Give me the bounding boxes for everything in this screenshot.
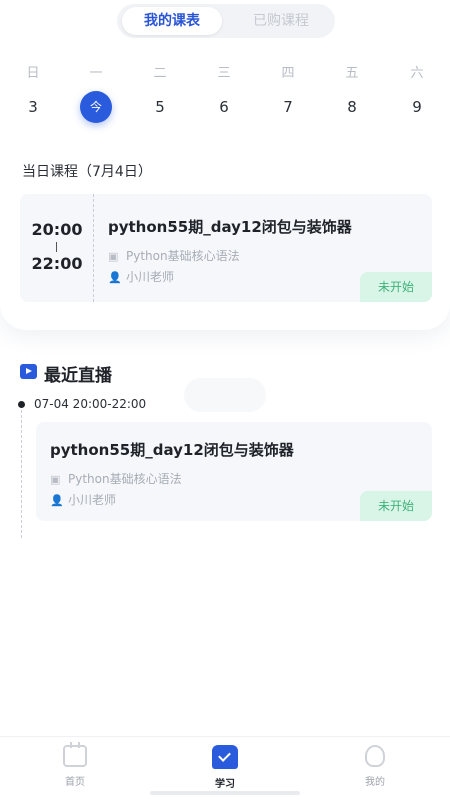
time-separator bbox=[56, 242, 57, 252]
book-icon: ▣ bbox=[108, 250, 119, 263]
timeline-line bbox=[21, 410, 22, 538]
book-icon: ▣ bbox=[50, 473, 61, 486]
tabbar-item-mine[interactable]: 我的 bbox=[345, 745, 405, 788]
weekday-label: 一 bbox=[89, 66, 103, 81]
date-cell-today[interactable]: 今 bbox=[80, 91, 112, 123]
course-teacher-text: 小川老师 bbox=[126, 270, 175, 284]
date-cell[interactable]: 8 bbox=[337, 93, 367, 121]
status-badge: 未开始 bbox=[360, 272, 432, 302]
course-teacher: 👤 小川老师 bbox=[108, 268, 174, 285]
tabbar-label-mine: 我的 bbox=[365, 777, 385, 788]
today-courses-heading: 当日课程（7月4日） bbox=[22, 164, 152, 180]
date-cell[interactable]: 6 bbox=[209, 93, 239, 121]
date-cell[interactable]: 5 bbox=[145, 93, 175, 121]
live-teacher-text: 小川老师 bbox=[68, 493, 117, 507]
live-course-title: python55期_day12闭包与装饰器 bbox=[50, 441, 294, 459]
schedule-panel: 我的课表 已购课程 日 一 二 三 四 五 六 3 今 5 6 7 8 9 当日… bbox=[0, 0, 450, 330]
live-status-badge: 未开始 bbox=[360, 491, 432, 521]
timeline-dot bbox=[18, 401, 25, 408]
live-course-card[interactable]: python55期_day12闭包与装饰器 ▣ Python基础核心语法 👤 小川老… bbox=[36, 422, 432, 521]
tabbar-label-home: 首页 bbox=[65, 777, 85, 788]
tab-my-schedule[interactable]: 我的课表 bbox=[122, 7, 222, 35]
weekday-label: 四 bbox=[281, 66, 295, 81]
live-subject-text: Python基础核心语法 bbox=[68, 472, 182, 486]
course-subject: ▣ Python基础核心语法 bbox=[108, 247, 240, 264]
live-teacher: 👤 小川老师 bbox=[50, 491, 116, 508]
date-cell[interactable]: 7 bbox=[273, 93, 303, 121]
profile-icon bbox=[365, 745, 385, 767]
date-cell[interactable]: 3 bbox=[18, 93, 48, 121]
tabbar-label-study: 学习 bbox=[215, 779, 235, 790]
study-icon bbox=[212, 745, 238, 769]
user-icon: 👤 bbox=[50, 494, 64, 507]
weekday-label: 三 bbox=[217, 66, 231, 81]
calendar-icon bbox=[63, 742, 87, 767]
weekday-label: 二 bbox=[153, 66, 167, 81]
segment-tabs: 我的课表 已购课程 bbox=[117, 4, 335, 38]
live-icon bbox=[20, 364, 37, 379]
tab-purchased-courses[interactable]: 已购课程 bbox=[232, 7, 330, 35]
course-subject-text: Python基础核心语法 bbox=[126, 249, 240, 263]
divider bbox=[93, 194, 94, 302]
live-subject: ▣ Python基础核心语法 bbox=[50, 470, 182, 487]
weekday-label: 日 bbox=[26, 66, 40, 81]
tabbar-item-home[interactable]: 首页 bbox=[45, 742, 105, 788]
course-title: python55期_day12闭包与装饰器 bbox=[108, 218, 352, 236]
weekday-label: 六 bbox=[410, 66, 424, 81]
live-time: 07-04 20:00-22:00 bbox=[34, 397, 147, 411]
course-time: 20:00 22:00 bbox=[20, 194, 94, 302]
date-cell[interactable]: 9 bbox=[402, 93, 432, 121]
course-end-time: 22:00 bbox=[31, 254, 83, 273]
home-indicator bbox=[150, 791, 300, 795]
recent-live-title: 最近直播 bbox=[44, 366, 112, 386]
tabbar-item-study[interactable]: 学习 bbox=[195, 745, 255, 790]
placeholder-pill bbox=[184, 378, 266, 412]
today-course-card[interactable]: 20:00 22:00 python55期_day12闭包与装饰器 ▣ Pytho… bbox=[20, 194, 432, 302]
weekday-label: 五 bbox=[345, 66, 359, 81]
course-start-time: 20:00 bbox=[31, 220, 83, 239]
user-icon: 👤 bbox=[108, 271, 122, 284]
